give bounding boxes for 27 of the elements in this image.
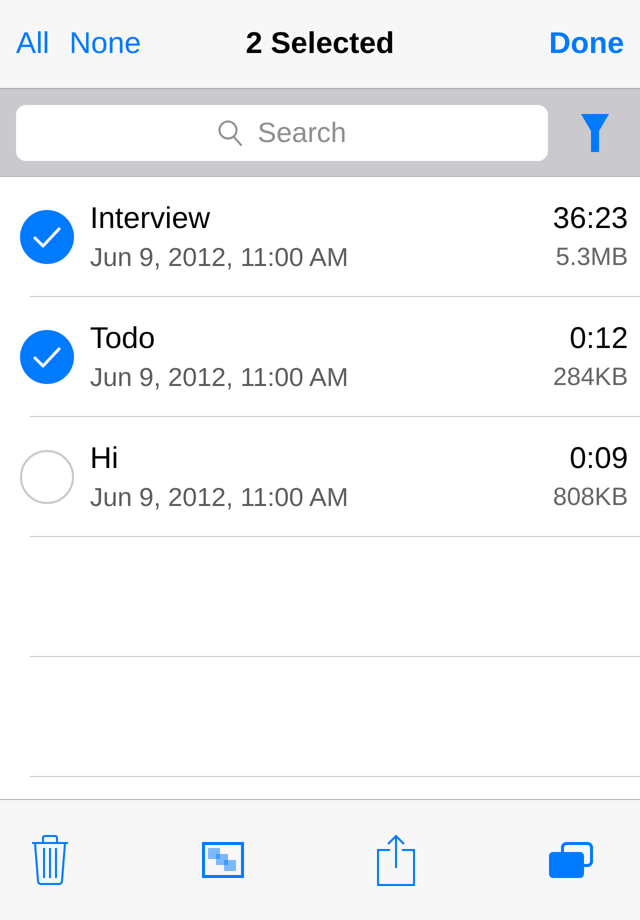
recording-date: Jun 9, 2012, 11:00 AM [90,360,350,392]
share-icon[interactable] [377,834,416,886]
nav-title: 2 Selected [246,26,394,62]
recording-duration: 0:09 [570,440,628,476]
done-button[interactable]: Done [549,26,624,62]
recording-size: 808KB [552,482,628,512]
nav-button[interactable]: None [69,26,142,62]
select-checkbox[interactable] [20,330,74,384]
recording-duration: 36:23 [552,200,628,236]
recording-duration: 0:12 [570,320,628,356]
filter-icon[interactable] [581,114,609,152]
recording-size: 284KB [552,362,628,392]
search-icon [218,120,242,146]
recording-size: 5.3MB [556,242,628,272]
recording-date: Jun 9, 2012, 11:00 AM [90,240,350,272]
recording-name: Hi [90,440,120,476]
overlapping-squares-icon[interactable] [202,842,244,878]
recording-name: Todo [90,320,156,356]
search-field[interactable]: Search [16,104,548,160]
nav-button[interactable]: All [16,26,50,62]
select-checkbox[interactable] [20,450,74,504]
trash-icon[interactable] [32,835,68,885]
select-checkbox[interactable] [20,210,74,264]
stacked-windows-icon[interactable] [548,842,593,878]
search-placeholder: Search [258,116,346,148]
recording-name: Interview [90,200,212,236]
recording-date: Jun 9, 2012, 11:00 AM [90,480,350,512]
